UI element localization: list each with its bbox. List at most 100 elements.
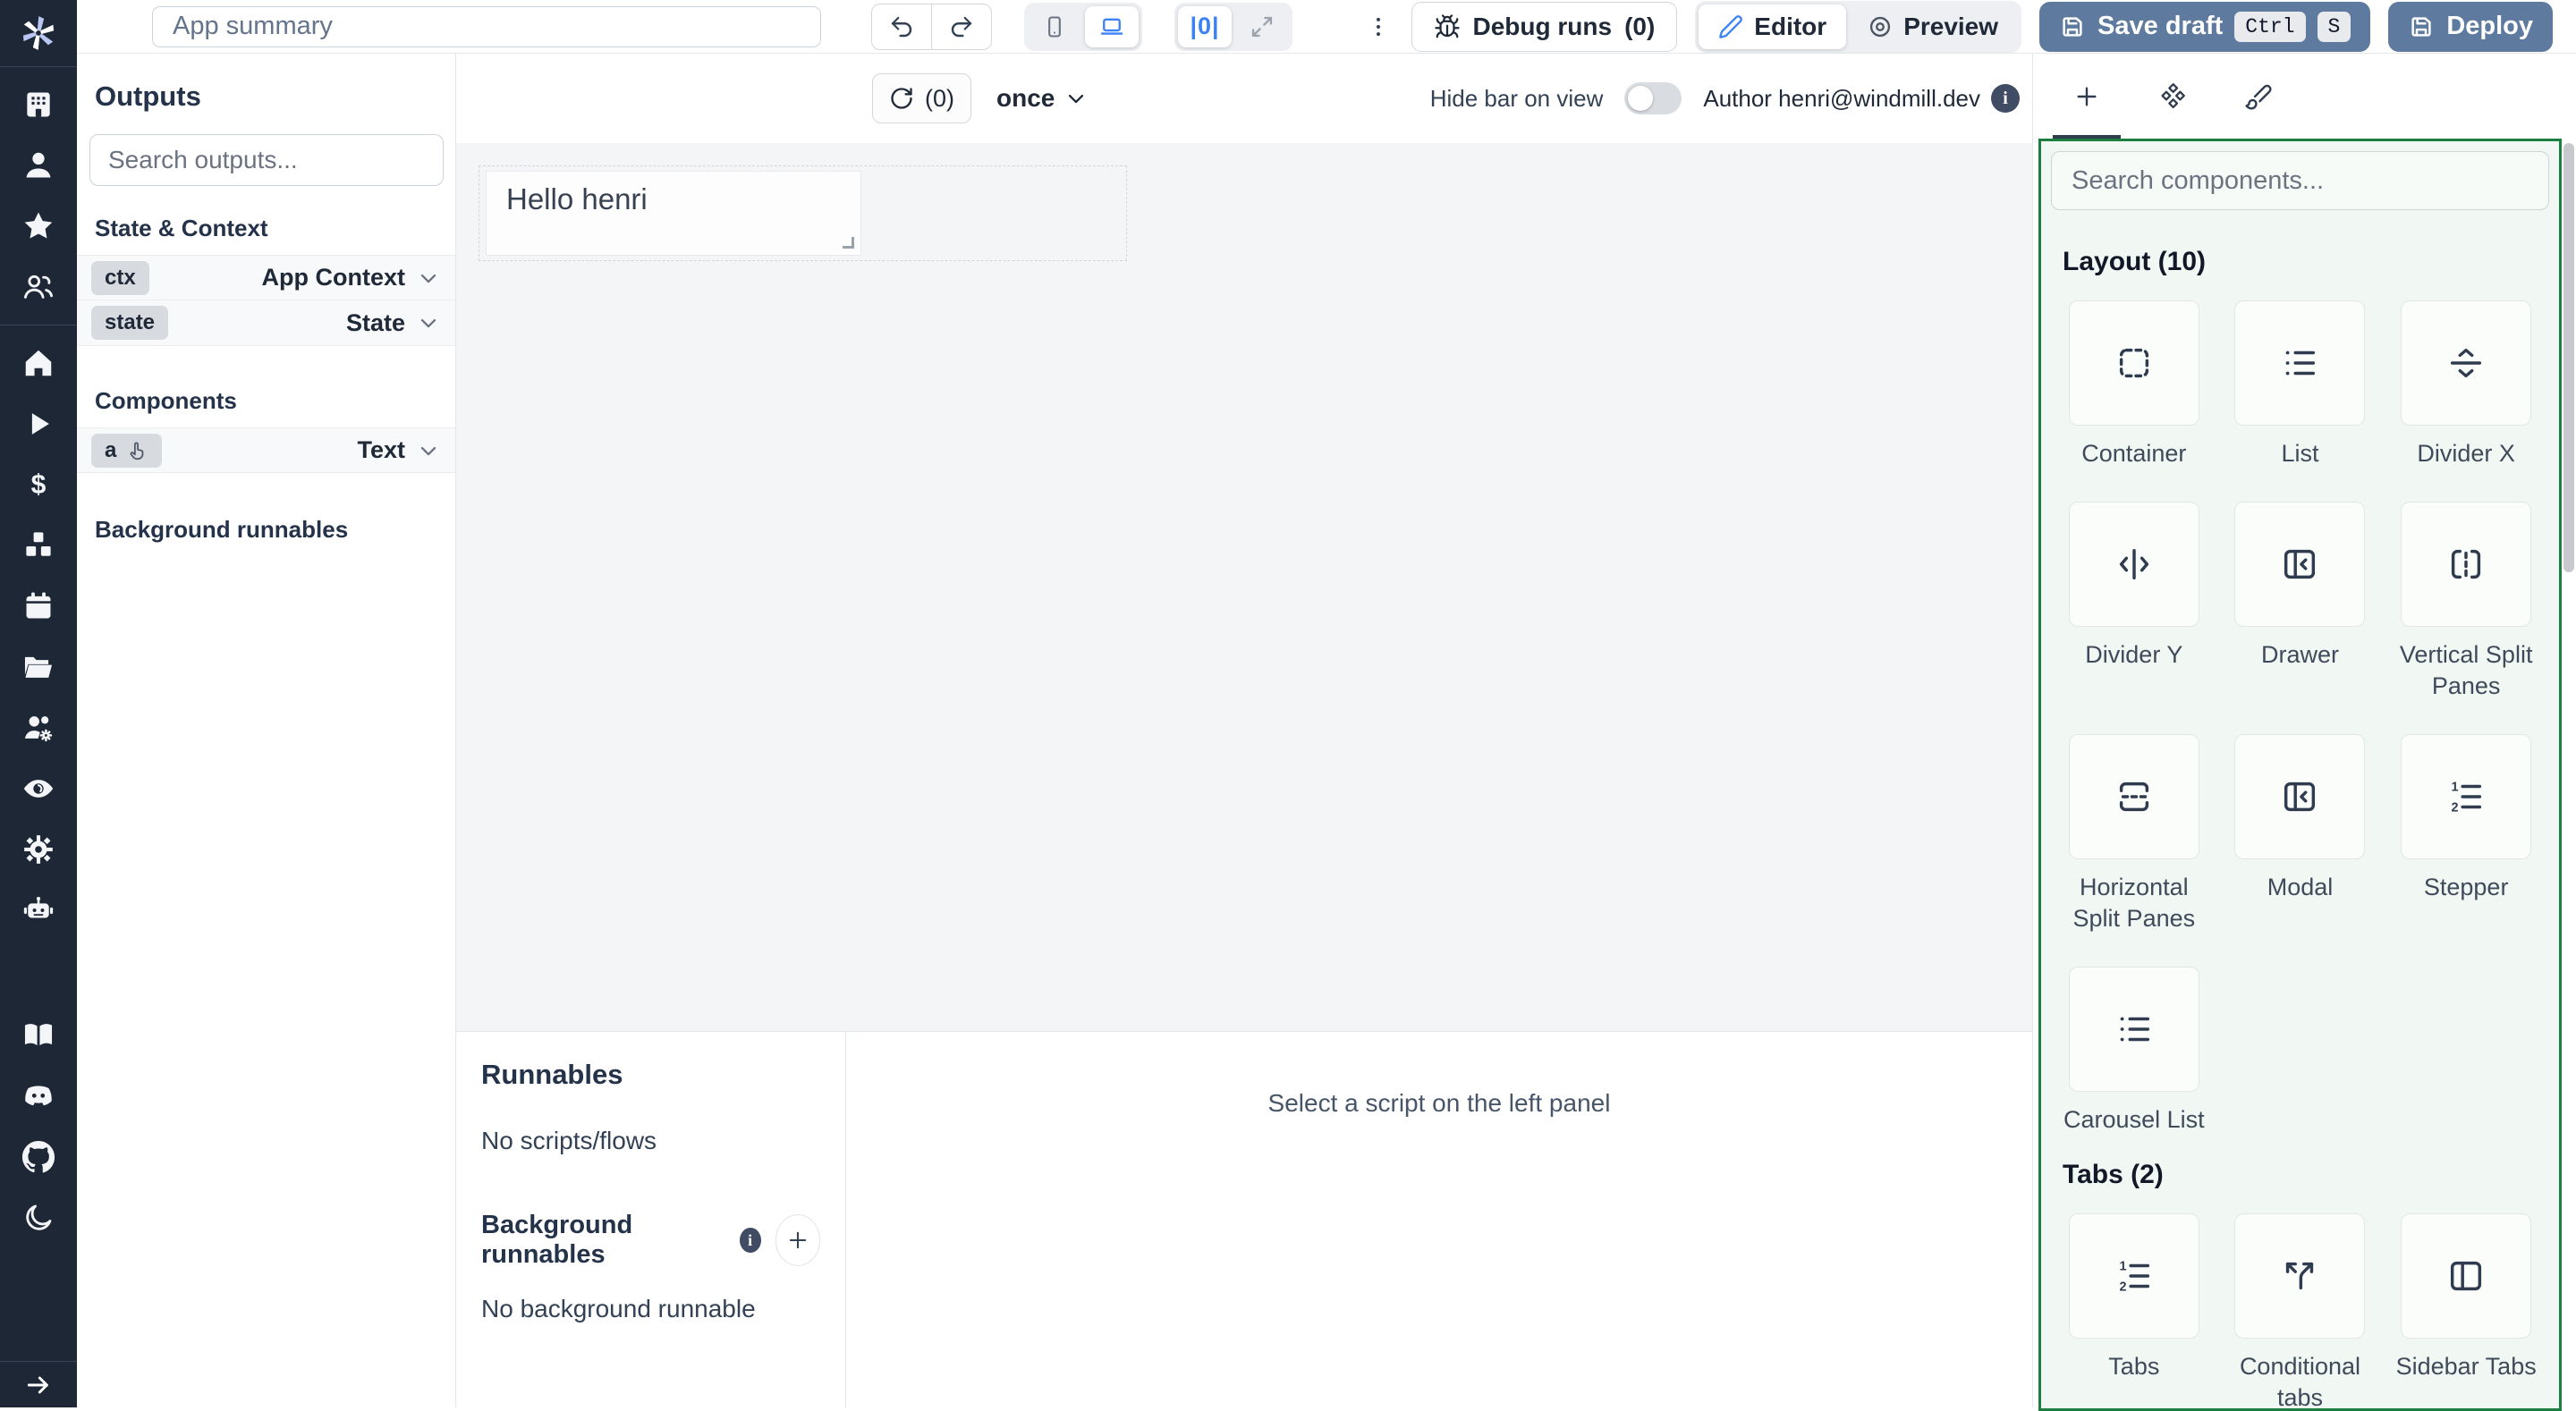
hide-bar-toggle[interactable] xyxy=(1624,82,1682,114)
search-outputs-input[interactable] xyxy=(89,134,444,186)
sidebar-item-groups[interactable] xyxy=(19,267,58,307)
dollar-icon: $ xyxy=(21,468,55,502)
sidebar-item-user[interactable] xyxy=(19,146,58,185)
tab-editor[interactable]: Editor xyxy=(1699,4,1846,49)
component-card-divider-y[interactable] xyxy=(2069,502,2199,627)
sidebar-item-docs[interactable] xyxy=(19,1016,58,1055)
deploy-button[interactable]: Deploy xyxy=(2388,2,2553,52)
more-menu-button[interactable] xyxy=(1363,6,1394,47)
device-toggle xyxy=(1024,3,1142,51)
app-canvas[interactable]: Hello henri xyxy=(456,143,2032,1031)
component-item: Horizontal Split Panes xyxy=(2055,734,2213,934)
mobile-view-button[interactable] xyxy=(1028,6,1081,47)
component-card-drawer[interactable] xyxy=(2234,502,2365,627)
component-label: Drawer xyxy=(2261,639,2339,671)
output-row-component-a[interactable]: a Text xyxy=(77,427,455,473)
tab-insert-component[interactable] xyxy=(2044,54,2130,139)
center-align-button[interactable]: |0| xyxy=(1178,6,1232,47)
sidebar-item-discord[interactable] xyxy=(19,1077,58,1116)
component-card-stepper[interactable]: 12 xyxy=(2401,734,2531,859)
component-card-sidebar-tabs[interactable] xyxy=(2401,1213,2531,1339)
refresh-button[interactable]: (0) xyxy=(872,73,971,123)
component-card-divider-x[interactable] xyxy=(2401,300,2531,426)
sidebar-expand-button[interactable] xyxy=(0,1361,77,1407)
plus-icon xyxy=(2072,82,2101,111)
sidebar-item-workspace[interactable] xyxy=(19,85,58,124)
output-row-ctx[interactable]: ctx App Context xyxy=(77,255,455,300)
sidebar-item-settings[interactable] xyxy=(19,830,58,869)
kbd-ctrl: Ctrl xyxy=(2234,12,2305,42)
sidebar-item-favorites[interactable] xyxy=(19,207,58,246)
resize-handle[interactable] xyxy=(843,237,854,249)
svg-text:1: 1 xyxy=(2452,781,2459,795)
component-card-container[interactable] xyxy=(2069,300,2199,426)
smartphone-icon xyxy=(1042,14,1067,39)
sidebar-item-schedules[interactable] xyxy=(19,587,58,626)
sidebar-item-variables[interactable]: $ xyxy=(19,465,58,504)
chevron-down-icon[interactable] xyxy=(416,438,441,463)
no-background-runnable-text: No background runnable xyxy=(481,1295,820,1323)
components-panel: Layout (10)ContainerListDivider XDivider… xyxy=(2032,54,2576,1407)
tab-component-settings[interactable] xyxy=(2130,54,2216,139)
sidebar-item-audit-logs[interactable] xyxy=(19,769,58,808)
component-label: Divider Y xyxy=(2085,639,2182,671)
refresh-mode-dropdown[interactable]: once xyxy=(996,84,1089,113)
app-rail: $ xyxy=(0,0,77,1407)
windmill-logo[interactable] xyxy=(0,0,77,66)
conditional-tabs-icon xyxy=(2279,1255,2320,1297)
desktop-view-button[interactable] xyxy=(1085,6,1139,47)
sidebar-item-ai[interactable] xyxy=(19,891,58,930)
sidebar-item-resources[interactable] xyxy=(19,526,58,565)
add-background-runnable-button[interactable] xyxy=(775,1214,820,1266)
stepper-icon: 12 xyxy=(2445,776,2487,817)
layout-toggle: |0| xyxy=(1174,3,1292,51)
redo-button[interactable] xyxy=(931,4,992,50)
output-row-state[interactable]: state State xyxy=(77,300,455,346)
chevron-down-icon[interactable] xyxy=(416,310,441,335)
refresh-mode-label: once xyxy=(996,84,1055,113)
star-icon xyxy=(21,209,55,243)
refresh-icon xyxy=(889,86,914,111)
debug-runs-button[interactable]: Debug runs (0) xyxy=(1411,2,1678,52)
app-summary-input[interactable] xyxy=(152,6,821,47)
component-card-modal[interactable] xyxy=(2234,734,2365,859)
svg-text:2: 2 xyxy=(2452,801,2459,815)
sidebar-item-home[interactable] xyxy=(19,343,58,383)
component-label: Tabs xyxy=(2108,1351,2159,1382)
search-components-input[interactable] xyxy=(2051,151,2549,210)
tab-styling[interactable] xyxy=(2216,54,2301,139)
sidebar-item-runs[interactable] xyxy=(19,404,58,444)
info-icon[interactable]: i xyxy=(740,1228,761,1253)
sidebar-item-dark-mode[interactable] xyxy=(19,1198,58,1238)
canvas-controls: |0| xyxy=(871,3,1292,51)
tab-preview[interactable]: Preview xyxy=(1848,4,2018,49)
component-label: Modal xyxy=(2267,872,2334,903)
component-card-tabs[interactable]: 12 xyxy=(2069,1213,2199,1339)
preview-label: Preview xyxy=(1903,13,1998,41)
scrollbar-thumb[interactable] xyxy=(2563,143,2574,572)
component-item: Carousel List xyxy=(2055,967,2213,1136)
save-icon xyxy=(2059,13,2086,40)
sidebar-item-folders[interactable] xyxy=(19,647,58,687)
text-component[interactable]: Hello henri xyxy=(486,171,861,256)
redo-icon xyxy=(948,13,975,40)
deploy-label: Deploy xyxy=(2446,12,2533,41)
component-item: Sidebar Tabs xyxy=(2387,1213,2545,1411)
kebab-icon xyxy=(1366,14,1391,39)
save-draft-button[interactable]: Save draft Ctrl S xyxy=(2039,2,2370,52)
component-item: Divider Y xyxy=(2055,502,2213,702)
component-card-conditional-tabs[interactable] xyxy=(2234,1213,2365,1339)
fullscreen-button[interactable] xyxy=(1235,6,1289,47)
component-card-horizontal-split[interactable] xyxy=(2069,734,2199,859)
chevron-down-icon[interactable] xyxy=(416,266,441,291)
component-card-vertical-split[interactable] xyxy=(2401,502,2531,627)
component-card-list[interactable] xyxy=(2234,300,2365,426)
component-item: Divider X xyxy=(2387,300,2545,469)
info-icon[interactable]: i xyxy=(1991,84,2020,113)
component-card-carousel-list[interactable] xyxy=(2069,967,2199,1092)
undo-icon xyxy=(888,13,915,40)
sidebar-item-workers[interactable] xyxy=(19,708,58,748)
undo-button[interactable] xyxy=(871,4,932,50)
component-a-value: Text xyxy=(357,436,405,464)
sidebar-item-github[interactable] xyxy=(19,1137,58,1177)
